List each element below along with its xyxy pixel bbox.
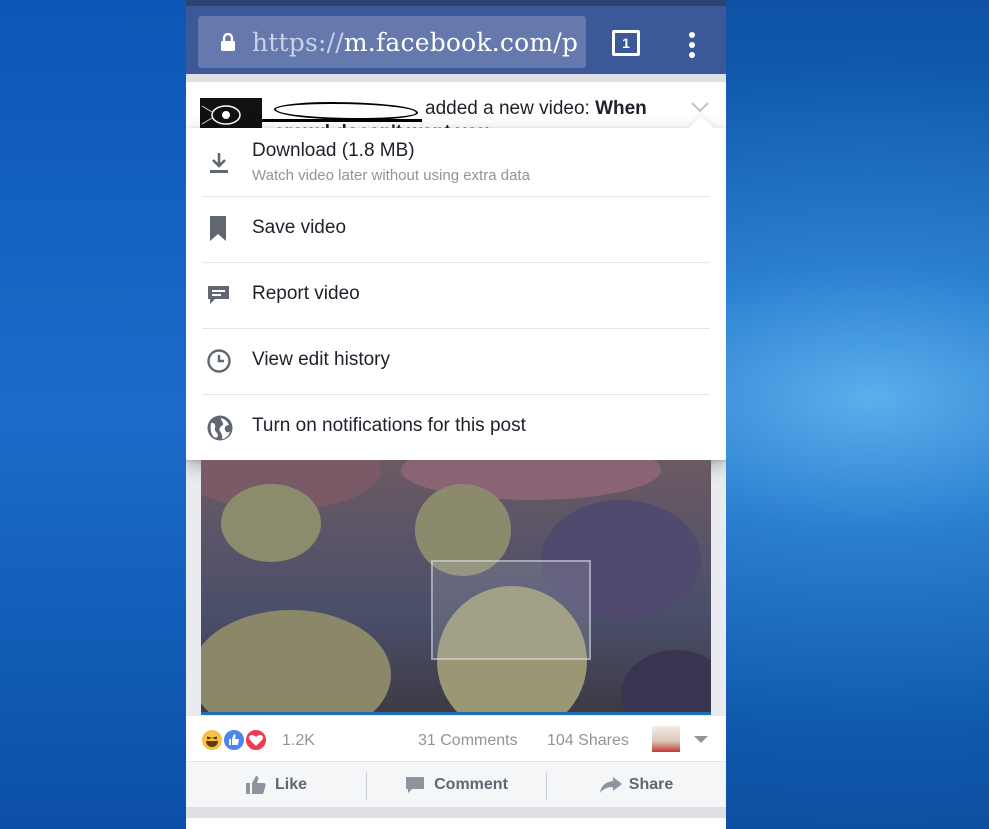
bookmark-icon — [206, 215, 232, 241]
redacted-author-name[interactable] — [262, 100, 422, 122]
browser-menu-button[interactable] — [684, 32, 700, 62]
comment-button[interactable]: Comment — [366, 762, 546, 808]
phone-screen: https://m.facebook.com/p 1 added a new v… — [186, 0, 726, 829]
menu-item-label: View edit history — [252, 349, 390, 370]
menu-item-label: Save video — [252, 217, 347, 238]
like-button[interactable]: Like — [186, 762, 366, 808]
menu-item-view-edit-history[interactable]: View edit history — [186, 329, 726, 395]
video-progress-bar[interactable] — [201, 712, 711, 715]
menu-item-sublabel: Watch video later without using extra da… — [252, 167, 530, 184]
redacted-avatar — [200, 98, 262, 132]
post-header: added a new video: When crowd doesn't wa… — [186, 82, 726, 143]
haha-reaction-icon — [200, 728, 224, 752]
dot-icon — [689, 32, 695, 38]
next-post-card — [186, 818, 726, 829]
caret-down-icon[interactable] — [694, 736, 708, 743]
feed-separator — [186, 74, 726, 82]
menu-item-download[interactable]: Download (1.8 MB) Watch video later with… — [186, 128, 726, 196]
share-arrow-icon — [599, 775, 622, 795]
comment-label: Comment — [434, 776, 508, 793]
love-reaction-icon — [244, 728, 268, 752]
browser-toolbar: https://m.facebook.com/p 1 — [186, 0, 726, 80]
menu-item-save-video[interactable]: Save video — [186, 197, 726, 263]
reaction-icons[interactable] — [200, 728, 274, 752]
post-stats-bar: 1.2K 31 Comments 104 Shares — [186, 716, 726, 761]
clock-icon — [206, 348, 232, 374]
download-icon — [206, 150, 232, 176]
menu-item-label: Download (1.8 MB) — [252, 140, 415, 161]
post-action-bar: Like Comment Share — [186, 761, 726, 807]
dot-icon — [689, 42, 695, 48]
share-label: Share — [628, 776, 674, 793]
video-frame-region — [621, 650, 711, 714]
dot-icon — [689, 52, 695, 58]
post-options-menu: Download (1.8 MB) Watch video later with… — [186, 115, 726, 460]
shares-count[interactable]: 104 Shares — [547, 732, 629, 750]
menu-item-turn-on-notifications[interactable]: Turn on notifications for this post — [186, 395, 726, 460]
video-frame-region — [431, 560, 591, 660]
post-action-text: added a new video: When — [425, 98, 647, 119]
desktop-background — [0, 0, 186, 829]
menu-item-label: Turn on notifications for this post — [252, 415, 526, 436]
chevron-down-icon[interactable] — [690, 100, 710, 114]
globe-icon — [206, 414, 233, 441]
report-icon — [206, 283, 232, 309]
reactions-count[interactable]: 1.2K — [282, 732, 315, 750]
comments-count[interactable]: 31 Comments — [418, 732, 518, 750]
thumbs-up-icon — [245, 775, 267, 795]
video-frame-region — [221, 484, 321, 562]
menu-item-label: Report video — [252, 283, 360, 304]
comment-icon — [404, 775, 426, 795]
like-reaction-icon — [222, 728, 246, 752]
lock-icon — [220, 32, 236, 51]
share-button[interactable]: Share — [546, 762, 726, 808]
address-bar[interactable]: https://m.facebook.com/p — [198, 16, 586, 68]
like-label: Like — [274, 776, 307, 793]
video-player[interactable] — [201, 460, 711, 714]
menu-item-report-video[interactable]: Report video — [186, 263, 726, 329]
tab-switcher-button[interactable]: 1 — [612, 30, 640, 56]
viewer-avatar[interactable] — [652, 726, 680, 752]
video-frame-region — [201, 610, 391, 714]
url-text: https://m.facebook.com/p — [252, 27, 579, 57]
